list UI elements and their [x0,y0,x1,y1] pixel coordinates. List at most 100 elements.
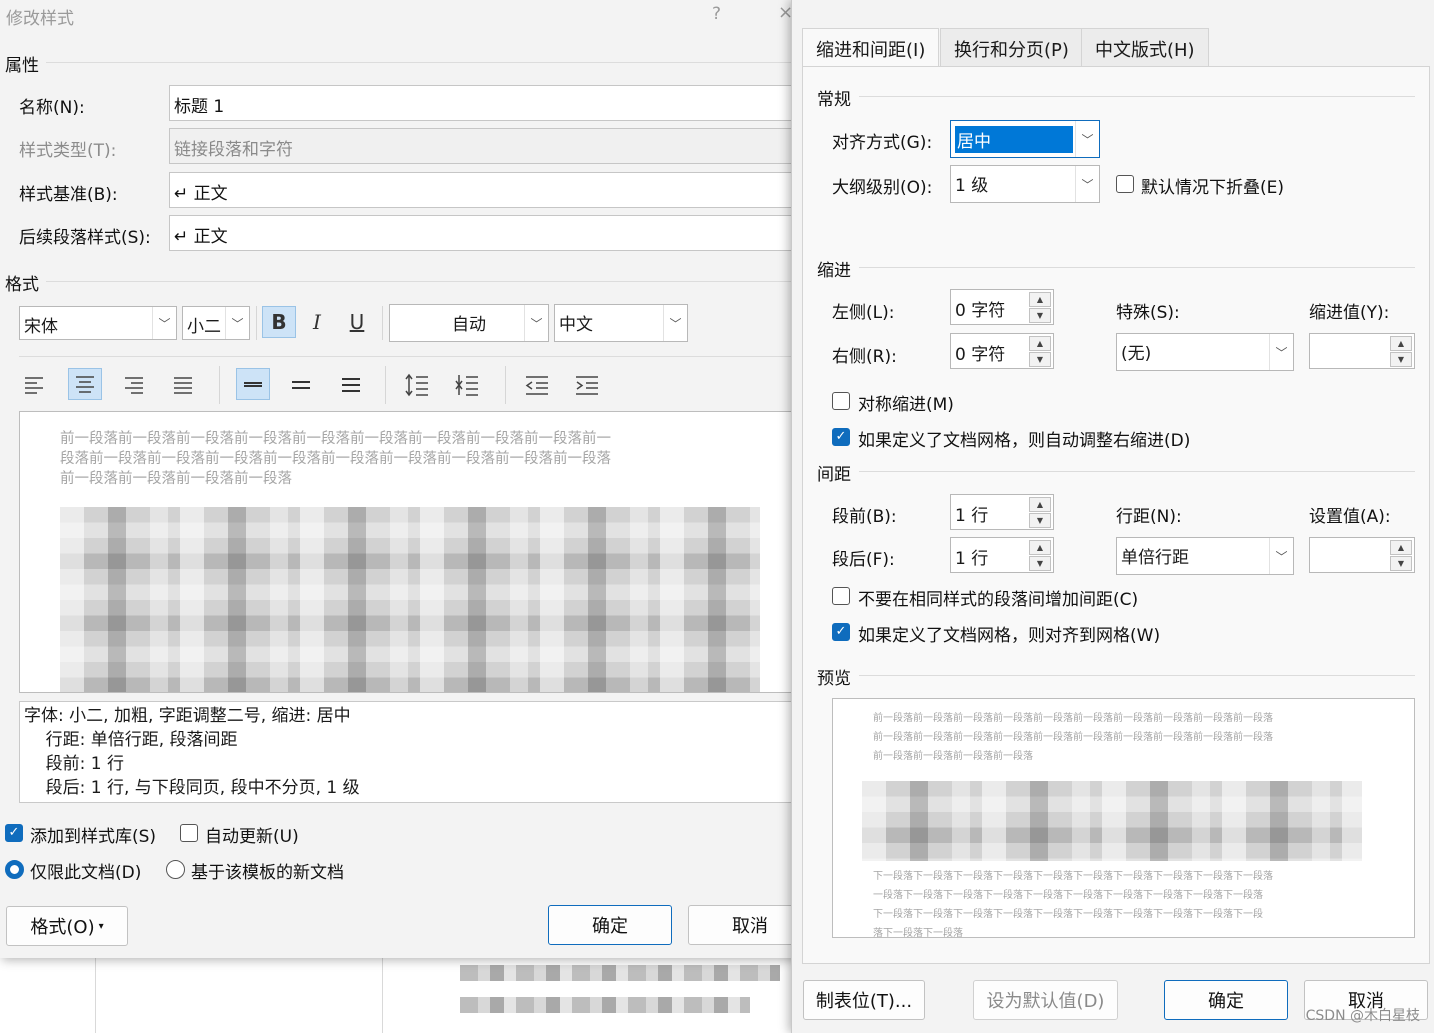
name-input[interactable]: 标题 1 [169,85,799,121]
at-input[interactable]: ▲ ▼ [1309,537,1415,573]
dont-add-space-checkbox[interactable] [832,587,850,605]
italic-button[interactable]: I [300,306,334,338]
chevron-down-icon: ﹀ [152,307,176,339]
alignment-value: 居中 [955,126,1073,153]
align-right-icon[interactable] [117,369,151,401]
blurred-content [460,997,750,1013]
mirror-indent-label[interactable]: 对称缩进(M) [858,390,954,415]
preview-prev-line: 前一段落前一段落前一段落前一段落前一段落前一段落前一段落前一段落前一段落前一段落 [873,713,1273,724]
increase-indent-icon[interactable] [570,369,604,401]
chevron-down-icon: ﹀ [663,305,687,341]
spin-down-icon[interactable]: ▼ [1390,556,1412,571]
chevron-down-icon: ﹀ [225,307,249,339]
right-indent-value: 0 字符 [955,345,1006,365]
spin-down-icon[interactable]: ▼ [1390,352,1412,367]
tab-line-page-breaks[interactable]: 换行和分页(P) [940,28,1083,66]
dont-add-space-label[interactable]: 不要在相同样式的段落间增加间距(C) [858,585,1138,610]
line-spacing-value: 单倍行距 [1121,548,1189,568]
color-value: 自动 [452,315,486,335]
spin-up-icon[interactable]: ▲ [1029,540,1051,555]
add-to-gallery-checkbox[interactable]: ✓ [5,824,23,842]
chevron-down-icon: ﹀ [1269,538,1293,574]
space-after-input[interactable]: 1 行 ▲ ▼ [950,537,1054,573]
ok-button[interactable]: 确定 [548,905,672,945]
divider [382,306,383,340]
preview-prev-line: 前一段落前一段落前一段落前一段落 [873,751,1033,762]
tab-asian-typography[interactable]: 中文版式(H) [1081,28,1209,66]
spin-down-icon[interactable]: ▼ [1029,352,1051,367]
only-this-doc-radio[interactable] [5,860,24,879]
spin-up-icon[interactable]: ▲ [1029,336,1051,351]
snap-to-grid-label[interactable]: 如果定义了文档网格，则对齐到网格(W) [858,621,1160,646]
decrease-spacing-icon[interactable] [450,369,484,401]
align-left-icon[interactable] [17,369,51,401]
alignment-select[interactable]: 居中 ﹀ [950,120,1100,158]
decrease-indent-icon[interactable] [520,369,554,401]
spacing-header: 间距 [817,465,851,485]
general-header: 常规 [817,90,851,110]
tabs-button[interactable]: 制表位(T)... [803,980,925,1020]
space-before-input[interactable]: 1 行 ▲ ▼ [950,494,1054,530]
spin-up-icon[interactable]: ▲ [1390,336,1412,351]
collapse-checkbox[interactable] [1116,175,1134,193]
description-line: 行距: 单倍行距, 段落间距 [24,730,238,750]
ok-button[interactable]: 确定 [1164,980,1288,1020]
help-icon[interactable]: ? [712,4,721,24]
bold-button[interactable]: B [262,306,296,338]
snap-to-grid-checkbox[interactable]: ✓ [832,623,850,641]
doc-column-divider [382,955,383,1033]
only-this-doc-label[interactable]: 仅限此文档(D) [30,858,141,883]
spin-down-icon[interactable]: ▼ [1029,308,1051,323]
format-button-label: 格式(O) [30,917,95,938]
double-spacing-icon[interactable] [334,369,368,401]
mirror-indent-checkbox[interactable] [832,392,850,410]
background-document [0,955,800,1033]
preview-next-line: 下一段落下一段落下一段落下一段落下一段落下一段落下一段落下一段落下一段落下一段落 [873,871,1273,882]
justify-icon[interactable] [166,369,200,401]
based-on-select[interactable]: ↵ 正文 [169,172,799,208]
spin-up-icon[interactable]: ▲ [1390,540,1412,555]
script-select[interactable]: 中文 ﹀ [554,304,688,342]
set-default-button[interactable]: 设为默认值(D) [973,980,1118,1020]
tab-indents-spacing[interactable]: 缩进和间距(I) [802,28,940,68]
modify-style-dialog: 修改样式 ? × 属性 名称(N): 标题 1 样式类型(T): 链接段落和字符… [0,0,812,958]
chevron-down-icon: ﹀ [1075,166,1099,202]
indent-header: 缩进 [817,261,851,281]
align-center-icon[interactable] [68,368,102,400]
outline-level-select[interactable]: 1 级 ﹀ [950,165,1100,203]
watermark: CSDN @木白星枝 [1305,1008,1420,1024]
increase-spacing-icon[interactable] [400,369,434,401]
single-spacing-icon[interactable] [236,368,270,400]
auto-adjust-checkbox[interactable]: ✓ [832,428,850,446]
spin-down-icon[interactable]: ▼ [1029,556,1051,571]
indent-by-input[interactable]: ▲ ▼ [1309,333,1415,369]
font-color-select[interactable]: 自动 ﹀ [389,304,549,342]
underline-button[interactable]: U [340,306,374,338]
size-select[interactable]: 小二 ﹀ [182,306,250,340]
collapse-label[interactable]: 默认情况下折叠(E) [1141,173,1284,198]
spin-down-icon[interactable]: ▼ [1029,513,1051,528]
special-select[interactable]: (无) ﹀ [1116,333,1294,371]
left-indent-input[interactable]: 0 字符 ▲ ▼ [950,289,1054,325]
add-to-gallery-label[interactable]: 添加到样式库(S) [30,822,156,847]
auto-adjust-label[interactable]: 如果定义了文档网格，则自动调整右缩进(D) [858,426,1190,451]
new-docs-radio[interactable] [166,860,185,879]
one-half-spacing-icon[interactable] [284,369,318,401]
new-docs-label[interactable]: 基于该模板的新文档 [191,858,344,883]
left-indent-value: 0 字符 [955,301,1006,321]
paragraph-dialog: 缩进和间距(I) 换行和分页(P) 中文版式(H) 常规 对齐方式(G): 居中… [791,0,1434,1033]
next-style-select[interactable]: ↵ 正文 [169,215,799,251]
outline-level-value: 1 级 [955,176,989,196]
spin-up-icon[interactable]: ▲ [1029,292,1051,307]
font-select[interactable]: 宋体 ﹀ [19,306,177,340]
format-menu-button[interactable]: 格式(O) ▾ [6,906,128,946]
preview-next-line: 落下一段落下一段落 [873,928,963,938]
properties-header: 属性 [5,56,39,76]
spin-up-icon[interactable]: ▲ [1029,497,1051,512]
right-indent-input[interactable]: 0 字符 ▲ ▼ [950,333,1054,369]
auto-update-checkbox[interactable] [180,824,198,842]
line-spacing-select[interactable]: 单倍行距 ﹀ [1116,537,1294,575]
auto-update-label[interactable]: 自动更新(U) [205,822,299,847]
outline-level-label: 大纲级别(O): [832,178,933,198]
chevron-down-icon: ﹀ [1075,121,1099,157]
